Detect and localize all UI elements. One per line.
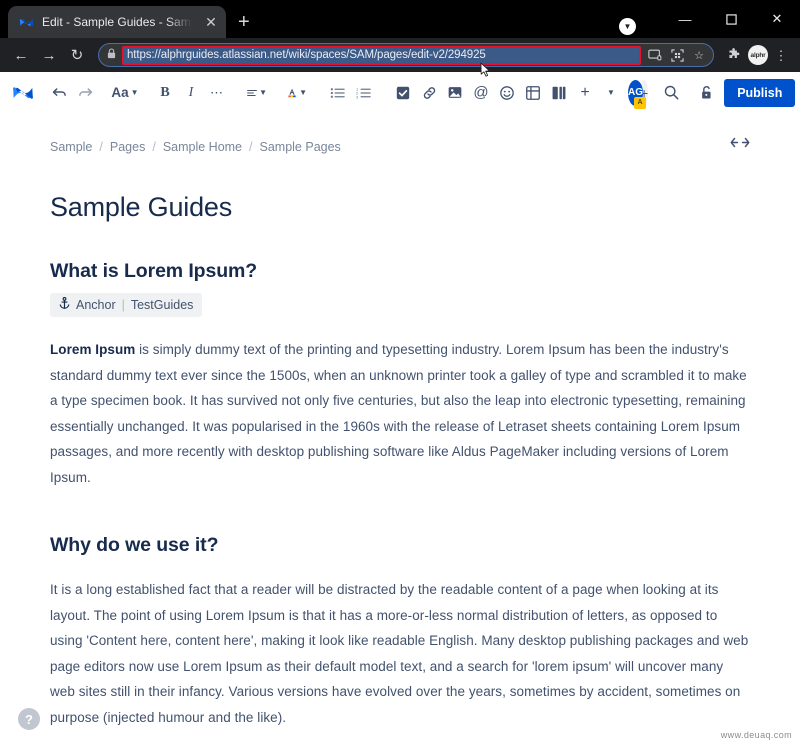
task-list-button[interactable] [390, 79, 416, 107]
section-heading-1[interactable]: What is Lorem Ipsum? [50, 260, 750, 283]
expand-width-icon[interactable] [730, 136, 750, 151]
editor-toolbar: Aa▼ B I ⋯ ▼ ▼ [0, 72, 800, 114]
link-button[interactable] [416, 79, 442, 107]
url-highlight-box[interactable]: https://alphrguides.atlassian.net/wiki/s… [122, 46, 641, 65]
publish-button[interactable]: Publish [724, 79, 795, 107]
paragraph-1-lead: Lorem Ipsum [50, 342, 135, 357]
italic-button[interactable]: I [178, 79, 204, 107]
browser-titlebar: Edit - Sample Guides - Sample - C ✕ + ▼ … [0, 0, 800, 38]
emoji-button[interactable] [494, 79, 520, 107]
confluence-logo-icon [18, 14, 34, 30]
puzzle-piece-icon[interactable] [722, 48, 746, 62]
maximize-button[interactable] [708, 4, 754, 34]
text-style-button[interactable]: Aa▼ [112, 79, 138, 107]
back-icon[interactable]: ← [8, 42, 34, 68]
close-editor-button[interactable]: Close [795, 79, 800, 107]
lock-icon[interactable] [107, 48, 116, 62]
browser-window: Edit - Sample Guides - Sample - C ✕ + ▼ … [0, 0, 800, 746]
breadcrumb-item-1[interactable]: Pages [110, 140, 145, 154]
tab-close-icon[interactable]: ✕ [202, 14, 220, 31]
unlock-icon[interactable] [692, 79, 718, 107]
breadcrumb: Sample / Pages / Sample Home / Sample Pa… [50, 114, 750, 154]
confluence-logo-icon[interactable] [12, 82, 34, 104]
browser-menu-icon[interactable]: ⋮ [770, 49, 792, 62]
breadcrumb-separator: / [249, 140, 252, 154]
breadcrumb-item-0[interactable]: Sample [50, 140, 92, 154]
text-align-button[interactable]: ▼ [244, 79, 270, 107]
redo-button[interactable] [72, 79, 98, 107]
bold-button[interactable]: B [152, 79, 178, 107]
paragraph-1[interactable]: Lorem Ipsum is simply dummy text of the … [50, 337, 750, 490]
breadcrumb-item-2[interactable]: Sample Home [163, 140, 242, 154]
anchor-name: TestGuides [131, 298, 194, 312]
avatar-badge: A [634, 97, 646, 109]
page-title[interactable]: Sample Guides [50, 192, 750, 223]
layout-button[interactable] [546, 79, 572, 107]
window-controls: ▼ — ✕ [619, 0, 800, 38]
url-text: https://alphrguides.atlassian.net/wiki/s… [127, 49, 486, 61]
anchor-icon [59, 297, 70, 313]
text-color-button[interactable]: ▼ [284, 79, 310, 107]
breadcrumb-item-3[interactable]: Sample Pages [260, 140, 341, 154]
close-window-button[interactable]: ✕ [754, 4, 800, 34]
section-heading-2[interactable]: Why do we use it? [50, 534, 750, 557]
browser-tab[interactable]: Edit - Sample Guides - Sample - C ✕ [8, 6, 226, 38]
bookmark-star-icon[interactable]: ☆ [689, 45, 709, 65]
reload-icon[interactable]: ↻ [64, 42, 90, 68]
confluence-page: Aa▼ B I ⋯ ▼ ▼ [0, 72, 800, 746]
mention-button[interactable]: @ [468, 79, 494, 107]
tab-search-icon[interactable]: ▼ [619, 18, 636, 35]
breadcrumb-separator: / [152, 140, 155, 154]
image-button[interactable] [442, 79, 468, 107]
bullet-list-button[interactable] [324, 79, 350, 107]
new-tab-button[interactable]: + [238, 11, 250, 34]
browser-navbar: ← → ↻ https://alphrguides.atlassian.net/… [0, 38, 800, 72]
address-bar[interactable]: https://alphrguides.atlassian.net/wiki/s… [98, 43, 714, 67]
forward-icon[interactable]: → [36, 42, 62, 68]
undo-button[interactable] [46, 79, 72, 107]
insert-chevron-down-icon[interactable]: ▼ [598, 79, 624, 107]
paragraph-2[interactable]: It is a long established fact that a rea… [50, 577, 750, 730]
insert-more-button[interactable]: + [572, 79, 598, 107]
minimize-button[interactable]: — [662, 4, 708, 34]
omnibox-actions: ☆ [645, 45, 709, 65]
document-content: Sample / Pages / Sample Home / Sample Pa… [0, 114, 800, 746]
cast-icon[interactable] [645, 45, 665, 65]
anchor-label: Anchor [76, 298, 116, 312]
tab-title: Edit - Sample Guides - Sample - C [42, 15, 194, 29]
watermark: www.deuaq.com [721, 730, 792, 740]
svg-text:3: 3 [356, 94, 359, 99]
more-formatting-button[interactable]: ⋯ [204, 79, 230, 107]
table-button[interactable] [520, 79, 546, 107]
avatar[interactable]: AG A [628, 80, 643, 106]
anchor-separator: | [122, 298, 125, 312]
search-icon[interactable] [658, 79, 684, 107]
mouse-cursor [480, 62, 491, 78]
help-button[interactable]: ? [18, 708, 40, 730]
profile-avatar[interactable]: alphr [748, 45, 768, 65]
anchor-macro[interactable]: Anchor | TestGuides [50, 293, 202, 317]
breadcrumb-separator: / [99, 140, 102, 154]
paragraph-1-body: is simply dummy text of the printing and… [50, 342, 747, 485]
numbered-list-button[interactable]: 123 [350, 79, 376, 107]
qr-code-icon[interactable] [667, 45, 687, 65]
